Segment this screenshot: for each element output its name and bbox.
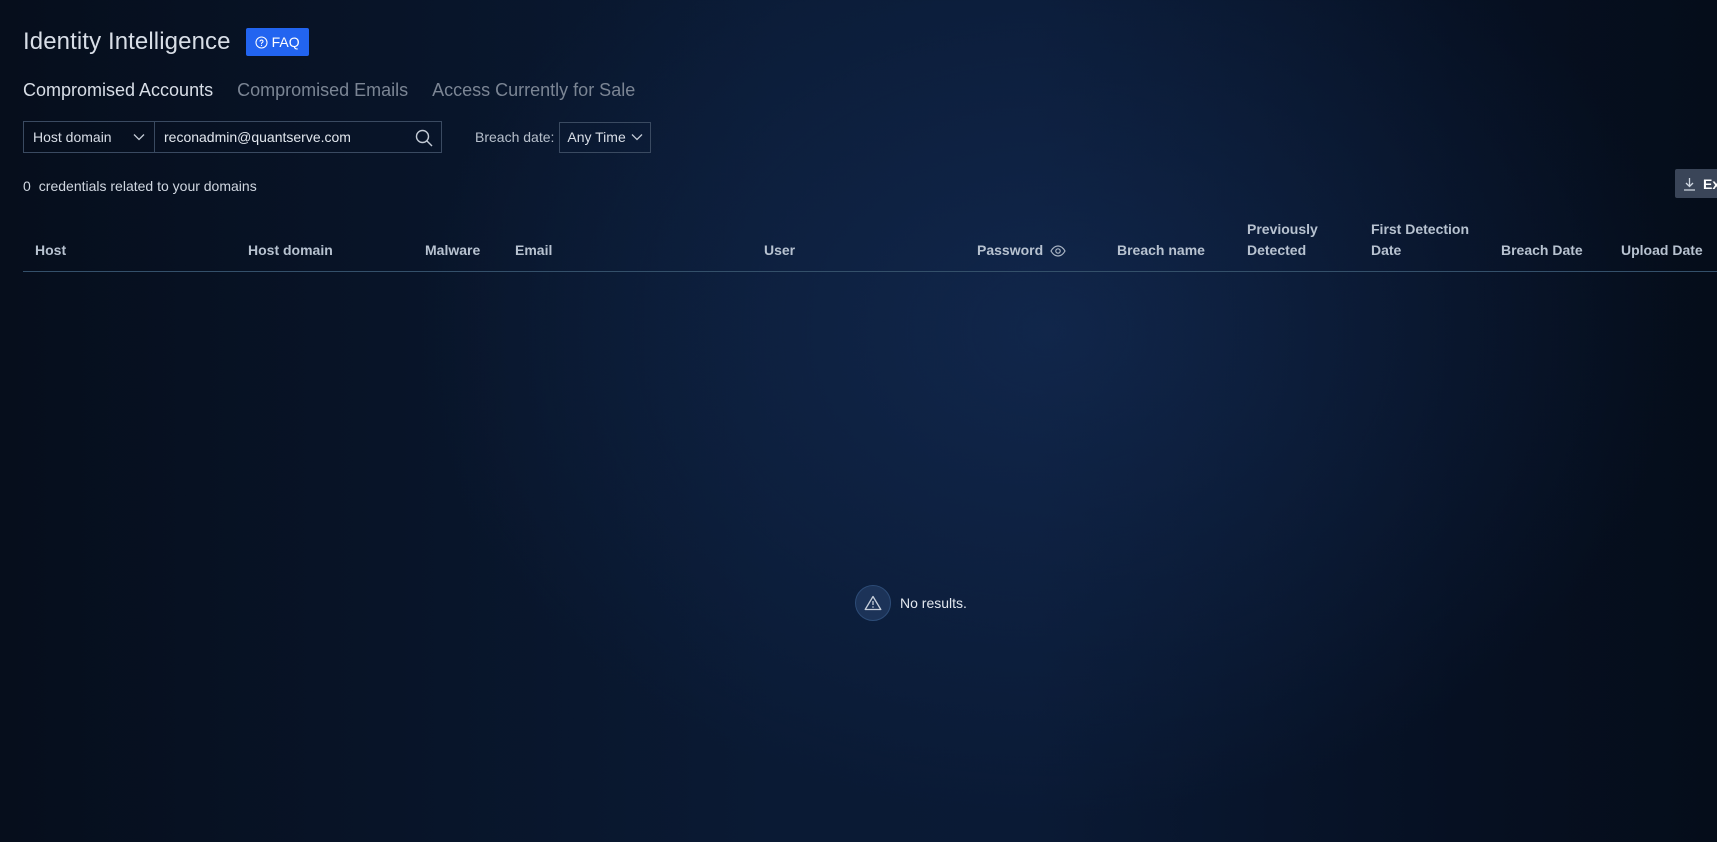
- column-first-detection-date[interactable]: First Detection Date: [1371, 219, 1469, 261]
- empty-message: No results.: [900, 595, 967, 611]
- warning-icon: [864, 595, 882, 611]
- tab-access-for-sale[interactable]: Access Currently for Sale: [432, 80, 635, 101]
- search-field-value: Host domain: [33, 129, 112, 145]
- warning-badge: [855, 585, 891, 621]
- page-header: Identity Intelligence FAQ: [23, 28, 309, 56]
- column-upload-date[interactable]: Upload Date: [1621, 240, 1703, 261]
- search-field-select[interactable]: Host domain: [23, 121, 154, 153]
- eye-icon[interactable]: [1050, 244, 1066, 257]
- results-count: 0: [23, 178, 31, 194]
- column-breach-name[interactable]: Breach name: [1117, 240, 1205, 261]
- search-icon[interactable]: [415, 129, 433, 147]
- export-button[interactable]: Ex: [1675, 169, 1717, 198]
- chevron-down-icon: [631, 134, 643, 141]
- breach-date-value: Any Time: [567, 129, 626, 145]
- results-summary: 0 credentials related to your domains: [23, 178, 257, 194]
- tab-compromised-emails[interactable]: Compromised Emails: [237, 80, 408, 101]
- column-host[interactable]: Host: [35, 240, 66, 261]
- breach-date-select[interactable]: Any Time: [559, 121, 651, 153]
- filter-bar: Host domain Breach date: Any Time: [23, 121, 651, 153]
- column-password-label: Password: [977, 242, 1044, 258]
- faq-button[interactable]: FAQ: [245, 28, 309, 56]
- table-header: Host Host domain Malware Email User Pass…: [23, 212, 1717, 272]
- tab-compromised-accounts[interactable]: Compromised Accounts: [23, 80, 213, 101]
- chevron-down-icon: [133, 134, 145, 141]
- search-box: [154, 121, 442, 153]
- column-label-line2: Detected: [1247, 242, 1307, 258]
- faq-label: FAQ: [271, 34, 300, 50]
- search-input[interactable]: [164, 129, 404, 145]
- column-label-line2: Date: [1371, 242, 1402, 258]
- download-icon: [1684, 177, 1695, 191]
- column-password[interactable]: Password: [977, 240, 1066, 261]
- tab-bar: Compromised Accounts Compromised Emails …: [23, 80, 635, 101]
- page-title: Identity Intelligence: [23, 28, 231, 55]
- question-circle-icon: [255, 35, 268, 49]
- column-previously-detected[interactable]: Previously Detected: [1247, 219, 1318, 261]
- breach-date-label: Breach date:: [475, 129, 555, 145]
- column-host-domain[interactable]: Host domain: [248, 240, 333, 261]
- empty-state: No results.: [855, 585, 967, 621]
- column-label-line1: First Detection: [1371, 221, 1470, 237]
- column-user[interactable]: User: [764, 240, 795, 261]
- column-malware[interactable]: Malware: [425, 240, 480, 261]
- results-summary-text: credentials related to your domains: [38, 178, 257, 194]
- column-label-line1: Previously: [1247, 221, 1318, 237]
- column-breach-date[interactable]: Breach Date: [1501, 240, 1583, 261]
- export-label: Ex: [1703, 175, 1717, 192]
- column-email[interactable]: Email: [515, 240, 552, 261]
